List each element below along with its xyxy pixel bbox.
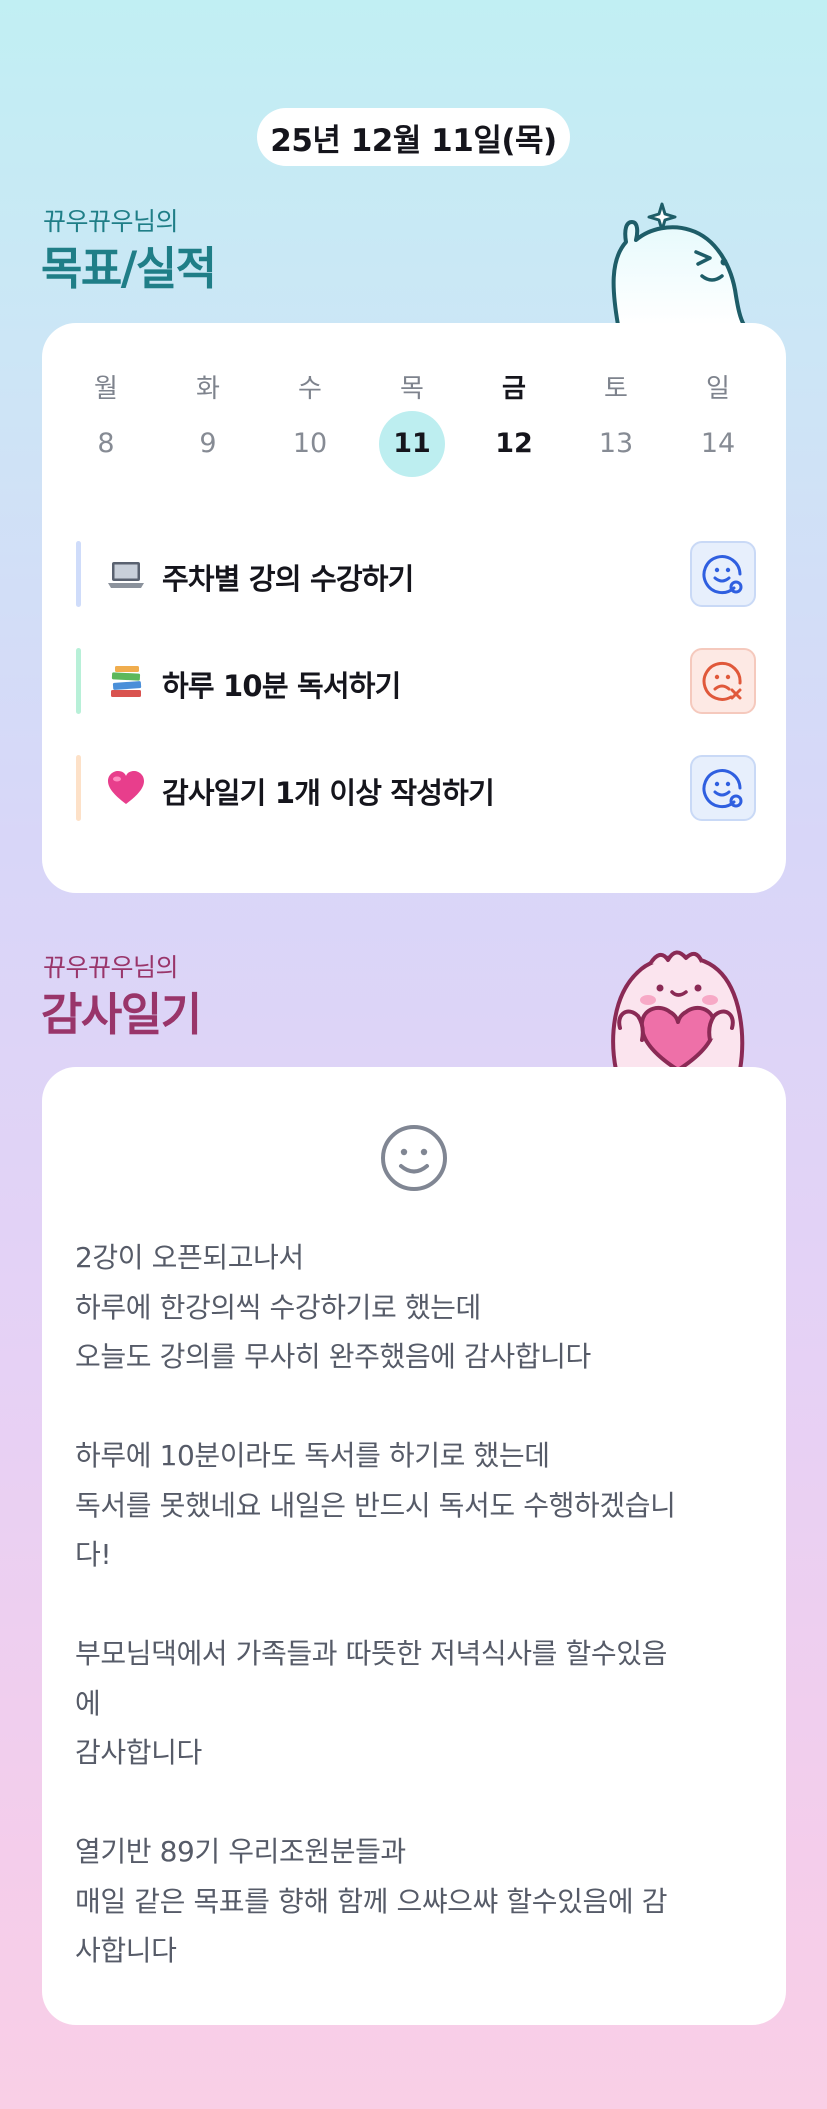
- diary-line: [75, 1382, 761, 1432]
- goal-item: 하루 10분 독서하기: [76, 648, 756, 714]
- diary-line: 열기반 89기 우리조원분들과: [75, 1835, 406, 1868]
- diary-line: 감사합니다: [75, 1736, 202, 1769]
- books-icon: [111, 666, 142, 697]
- laptop-icon: [108, 562, 144, 588]
- diary-card: 2강이 오픈되고나서 하루에 한강의씩 수강하기로 했는데 오늘도 강의를 무사…: [42, 1067, 786, 2025]
- goal-item: 주차별 강의 수강하기: [76, 541, 756, 607]
- diary-line: 하루에 10분이라도 독서를 하기로 했는데: [75, 1439, 550, 1472]
- date-10[interactable]: 10: [277, 411, 343, 477]
- goals-section-title: 목표/실적: [41, 242, 217, 295]
- diary-section-title: 감사일기: [41, 988, 202, 1041]
- weekday-mon: 월: [94, 374, 118, 404]
- heart-mascot-illustration: [611, 950, 745, 1070]
- status-fail-button[interactable]: [690, 648, 756, 714]
- weekday-sun: 일: [706, 374, 730, 404]
- weekday-thu: 목: [400, 374, 424, 404]
- diary-line: 하루에 한강의씩 수강하기로 했는데: [75, 1290, 481, 1324]
- weekday-wed: 수: [298, 374, 322, 404]
- date-12[interactable]: 12: [481, 411, 547, 477]
- status-success-button[interactable]: [690, 755, 756, 821]
- goal-item: 감사일기 1개 이상 작성하기: [76, 755, 756, 821]
- diary-line: 에: [75, 1686, 101, 1720]
- diary-line: 독서를 못했네요 내일은 반드시 독서도 수행하겠습니: [75, 1488, 676, 1522]
- diary-entry-text: 2강이 오픈되고나서 하루에 한강의씩 수강하기로 했는데 오늘도 강의를 무사…: [75, 1233, 761, 1976]
- goal-text: 주차별 강의 수강하기: [162, 562, 414, 596]
- heart-icon: [108, 771, 144, 804]
- happy-face-icon: [702, 769, 743, 809]
- diary-line: 오늘도 강의를 무사히 완주했음에 감사합니다: [75, 1340, 591, 1373]
- goals-card: 월 화 수 목 금 토 일 8 9 10 11 12 13 14 주차별 강의 …: [42, 323, 786, 893]
- diary-line: 부모님댁에서 가족들과 따뜻한 저녁식사를 할수있음: [75, 1637, 667, 1670]
- date-9[interactable]: 9: [175, 411, 241, 477]
- sad-face-icon: [702, 661, 742, 701]
- smile-face-icon: [381, 1125, 447, 1191]
- goal-color-bar: [76, 541, 81, 607]
- ghost-mascot-illustration: [611, 202, 746, 325]
- goal-text: 감사일기 1개 이상 작성하기: [162, 776, 495, 810]
- date-14[interactable]: 14: [685, 411, 751, 477]
- goal-text: 하루 10분 독서하기: [162, 669, 401, 703]
- diary-line: 2강이 오픈되고나서: [75, 1241, 304, 1274]
- weekday-fri: 금: [502, 374, 526, 404]
- diary-line: 다!: [75, 1538, 112, 1571]
- weekday-sat: 토: [604, 374, 628, 404]
- date-13[interactable]: 13: [583, 411, 649, 477]
- date-8[interactable]: 8: [73, 411, 139, 477]
- date-11-selected[interactable]: 11: [379, 411, 445, 477]
- diary-line: [75, 1580, 761, 1630]
- happy-face-icon: [702, 555, 743, 595]
- status-success-button[interactable]: [690, 541, 756, 607]
- diary-line: [75, 1778, 761, 1828]
- date-pill[interactable]: 25년 12월 11일(목): [257, 108, 570, 166]
- weekday-tue: 화: [196, 374, 220, 404]
- diary-line: 사합니다: [75, 1934, 177, 1967]
- goal-color-bar: [76, 648, 81, 714]
- goal-color-bar: [76, 755, 81, 821]
- diary-line: 매일 같은 목표를 향해 함께 으쌰으쌰 할수있음에 감: [75, 1884, 668, 1918]
